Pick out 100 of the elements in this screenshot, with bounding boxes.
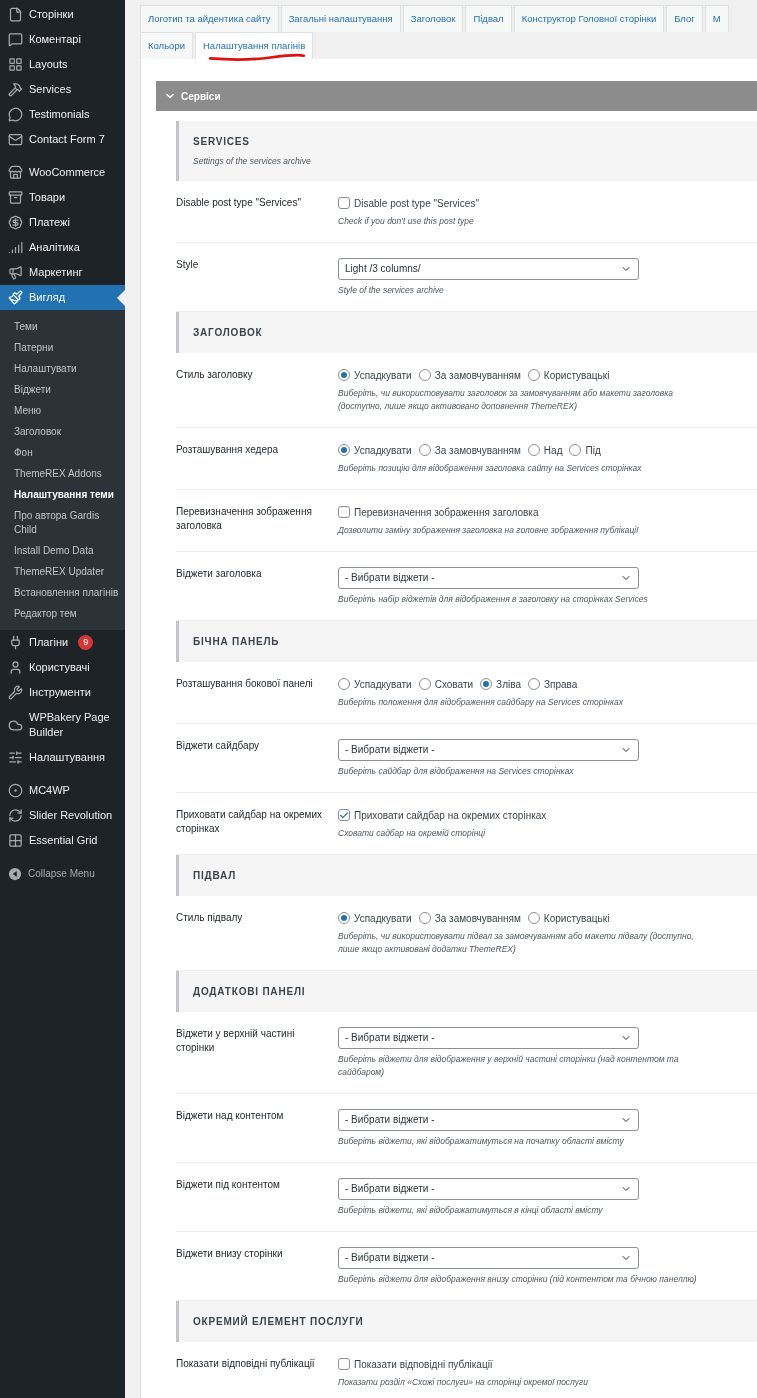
wrench-icon [8, 685, 23, 700]
radio-button[interactable] [338, 369, 350, 382]
submenu-item[interactable]: ThemeREX Updater [0, 561, 125, 582]
sidebar-item[interactable]: Коментарі [0, 27, 125, 52]
submenu-item[interactable]: Install Demo Data [0, 540, 125, 561]
submenu-item[interactable]: Віджети [0, 379, 125, 400]
sidebar-item[interactable]: WPBakery Page Builder [0, 705, 125, 745]
sidebar-item[interactable]: Slider Revolution [0, 803, 125, 828]
radio-button[interactable] [418, 678, 431, 691]
sidebar-item[interactable]: MC4WP [0, 778, 125, 803]
settings-tab[interactable]: Налаштування плагінів [195, 32, 314, 59]
collapse-icon [8, 866, 22, 881]
radio-button[interactable] [418, 444, 431, 457]
sidebar-item[interactable]: Користувачі [0, 655, 125, 680]
radio-label: Сховати [434, 677, 474, 692]
select-field[interactable]: Light /3 columns/ [338, 257, 639, 280]
submenu-item[interactable]: Теми [0, 316, 125, 337]
settings-tab[interactable]: М [704, 5, 729, 32]
submenu-item[interactable]: Фон [0, 442, 125, 463]
chat-icon [8, 107, 23, 122]
radio-button[interactable] [418, 912, 431, 925]
sidebar-item[interactable]: Services [0, 77, 125, 102]
radio-button[interactable] [418, 369, 431, 382]
checkbox[interactable] [338, 1358, 350, 1371]
settings-tab[interactable]: Логотип та айдентика сайту [140, 5, 279, 32]
submenu-item[interactable]: Встановлення плагінів [0, 582, 125, 603]
settings-tab[interactable]: Заголовок [402, 5, 464, 32]
collapse-menu-button[interactable]: Collapse Menu [0, 861, 125, 886]
submenu-item[interactable]: Меню [0, 400, 125, 421]
mail-icon [8, 132, 23, 147]
field-hint: Виберіть віджети, які відображатимуться в кінці області вмісту [338, 1203, 604, 1217]
sidebar-item[interactable]: Маркетинг [0, 260, 125, 285]
submenu-item[interactable]: Про автора Gardis Child [0, 505, 125, 540]
field-hint: Сховати садбар на окремій сторінці [338, 826, 487, 840]
circle-icon [8, 783, 23, 798]
radio-label: Успадкувати [354, 677, 412, 692]
select-field[interactable]: - Вибрати віджети - [338, 1246, 639, 1269]
checkbox-label: Перевизначення зображення заголовка [354, 505, 539, 520]
radio-button[interactable] [527, 912, 540, 925]
radio-button[interactable] [338, 912, 350, 925]
radio-label: Користувацькі [543, 911, 610, 926]
submenu-item[interactable]: Налаштувати [0, 358, 125, 379]
submenu-item[interactable]: ThemeREX Addons [0, 463, 125, 484]
select-field[interactable]: - Вибрати віджети - [338, 1026, 639, 1049]
radio-label: За замовчуванням [434, 911, 521, 926]
settings-tab[interactable]: Загальні налаштування [280, 5, 401, 32]
sidebar-item[interactable]: Сторінки [0, 2, 125, 27]
checkbox[interactable] [338, 197, 350, 210]
radio-button[interactable] [569, 444, 582, 457]
submenu-item[interactable]: Заголовок [0, 421, 125, 442]
settings-tab[interactable]: Кольори [140, 32, 193, 59]
radio-label: Під [585, 443, 601, 458]
refresh-icon [8, 808, 23, 823]
grid-icon [8, 57, 23, 72]
sidebar-item[interactable]: Інструменти [0, 680, 125, 705]
checkbox-label: Приховати сайдбар на окремих сторінках [354, 808, 547, 823]
radio-label: Успадкувати [354, 911, 412, 926]
radio-button[interactable] [338, 444, 350, 457]
checkbox-label: Disable post type "Services" [354, 196, 479, 211]
submenu-item[interactable]: Редактор тем [0, 603, 125, 624]
user-icon [8, 660, 23, 675]
settings-tab[interactable]: Підвал [465, 5, 512, 32]
sidebar-item[interactable]: Layouts [0, 52, 125, 77]
sidebar-item[interactable]: Contact Form 7 [0, 127, 125, 152]
submenu-item[interactable]: Патерни [0, 337, 125, 358]
submenu-item[interactable]: Налаштування теми [0, 484, 125, 505]
radio-button[interactable] [480, 678, 493, 691]
cloud-icon [8, 717, 23, 733]
radio-button[interactable] [527, 369, 540, 382]
paintbrush-icon [8, 290, 23, 305]
field-label: Віджети заголовка [176, 566, 263, 581]
select-field[interactable]: - Вибрати віджети - [338, 1177, 639, 1200]
field-label: Style [176, 257, 200, 272]
settings-tab[interactable]: Конструктор Головної сторінки [513, 5, 665, 32]
sidebar-item[interactable]: Товари [0, 185, 125, 210]
sidebar-item[interactable]: Налаштування [0, 745, 125, 770]
radio-label: За замовчуванням [434, 443, 521, 458]
radio-button[interactable] [527, 678, 540, 691]
select-field[interactable]: - Вибрати віджети - [338, 566, 639, 589]
radio-label: Зправа [543, 677, 578, 692]
select-field[interactable]: - Вибрати віджети - [338, 738, 639, 761]
sidebar-item[interactable]: Вигляд [0, 285, 125, 310]
settings-tab[interactable]: Блог [666, 5, 703, 32]
radio-button[interactable] [338, 678, 350, 691]
select-field[interactable]: - Вибрати віджети - [338, 1108, 639, 1131]
field-label: Віджети у верхній частині сторінки [176, 1026, 296, 1055]
sidebar-item[interactable]: Essential Grid [0, 828, 125, 853]
sidebar-item[interactable]: Плагіни 9 [0, 630, 125, 655]
field-hint: Виберіть, чи використовувати підвал за замовчуванням або макети підвалу (доступно, лише якщо активовані додатки ThemeREX) [338, 929, 695, 956]
checkbox[interactable] [338, 506, 350, 519]
sidebar-item[interactable]: WooCommerce [0, 160, 125, 185]
checkbox[interactable] [338, 809, 350, 822]
section-title: ОКРЕМИЙ ЕЛЕМЕНТ ПОСЛУГИ [193, 1314, 365, 1329]
radio-button[interactable] [527, 444, 540, 457]
sidebar-item[interactable]: Аналітика [0, 235, 125, 260]
sidebar-item[interactable]: Testimonials [0, 102, 125, 127]
field-hint: Дозволити заміну зображення заголовка на головне зображення публікації [338, 523, 639, 537]
field-hint: Виберіть позицію для відображення заголовка сайту на Services сторінках [338, 461, 642, 475]
field-hint: Style of the services archive [338, 283, 445, 297]
sidebar-item[interactable]: Платежі [0, 210, 125, 235]
